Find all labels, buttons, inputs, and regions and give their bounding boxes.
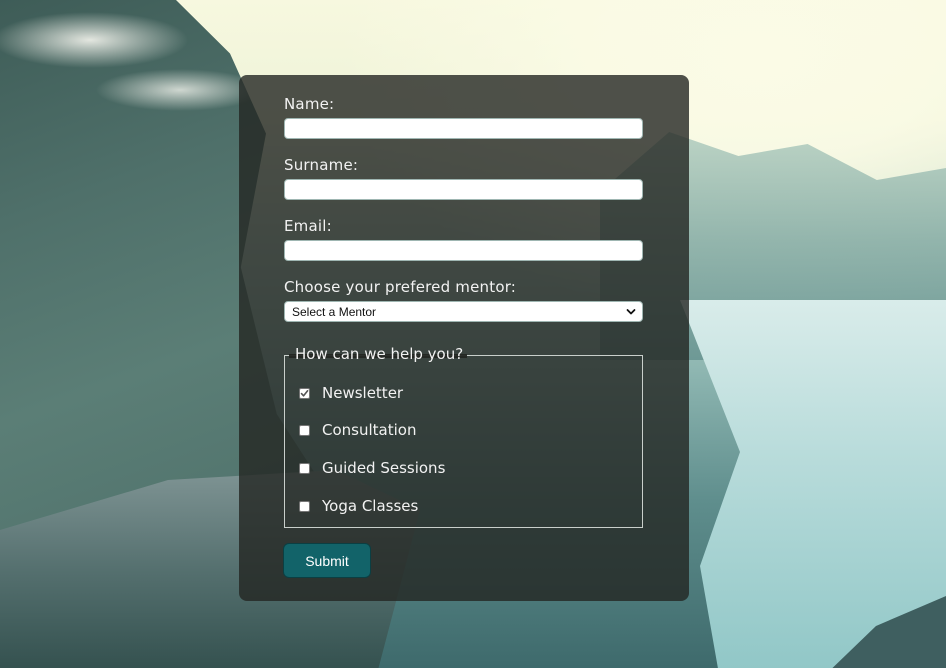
chevron-down-icon (626, 308, 636, 314)
checkmark-icon (300, 389, 309, 397)
newsletter-label: Newsletter (322, 384, 404, 402)
mentor-select[interactable]: Select a Mentor (284, 301, 643, 322)
yoga-classes-label: Yoga Classes (322, 497, 419, 515)
option-consultation[interactable]: Consultation (299, 421, 416, 439)
guided-sessions-label: Guided Sessions (322, 459, 446, 477)
yoga-classes-checkbox[interactable] (299, 500, 310, 512)
help-fieldset: How can we help you? Newsletter Consulta… (284, 345, 643, 528)
option-yoga-classes[interactable]: Yoga Classes (299, 497, 418, 515)
name-input[interactable] (284, 118, 643, 139)
name-label: Name: (284, 95, 335, 113)
surname-label: Surname: (284, 156, 359, 174)
mentor-select-value: Select a Mentor (292, 304, 377, 319)
mentor-label: Choose your prefered mentor: (284, 278, 517, 296)
submit-button[interactable]: Submit (283, 543, 371, 578)
guided-sessions-checkbox[interactable] (299, 462, 310, 474)
option-guided-sessions[interactable]: Guided Sessions (299, 459, 445, 477)
signup-form: Name: Surname: Email: Choose your prefer… (239, 75, 689, 601)
help-legend: How can we help you? (295, 345, 464, 363)
consultation-label: Consultation (322, 421, 417, 439)
email-label: Email: (284, 217, 332, 235)
newsletter-checkbox[interactable] (299, 387, 310, 399)
email-input[interactable] (284, 240, 643, 261)
consultation-checkbox[interactable] (299, 424, 310, 436)
surname-input[interactable] (284, 179, 643, 200)
option-newsletter[interactable]: Newsletter (299, 384, 403, 402)
